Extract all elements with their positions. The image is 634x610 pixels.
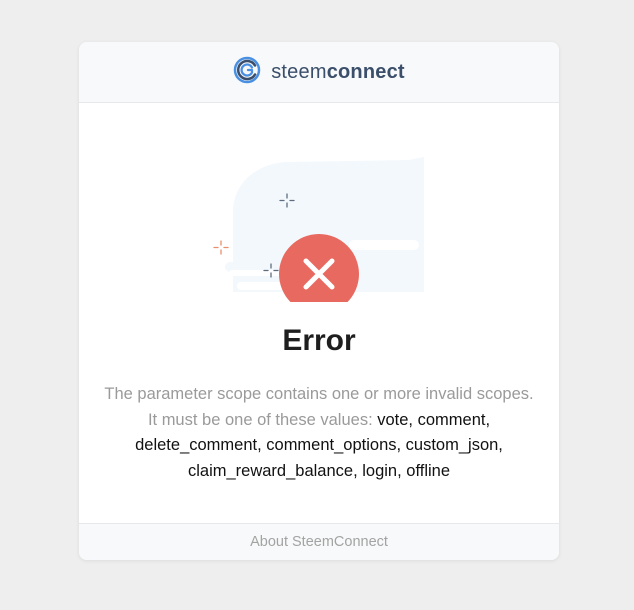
sparkle-icon <box>213 240 229 255</box>
error-title: Error <box>282 324 356 357</box>
error-message: The parameter scope contains one or more… <box>99 382 539 484</box>
error-card: steemconnect Error The parameter scope c… <box>79 42 559 560</box>
error-message-prefix: It must be one of these values: <box>147 410 378 429</box>
scopes-part3: claim_reward_balance, login, offline <box>187 461 451 480</box>
cloud-stripe <box>349 240 419 250</box>
steemconnect-logo-icon <box>233 56 261 89</box>
card-header: steemconnect <box>79 42 559 103</box>
about-link[interactable]: About SteemConnect <box>250 534 388 550</box>
error-message-line1: The parameter scope contains one or more… <box>104 385 534 403</box>
steemconnect-logo[interactable]: steemconnect <box>233 56 405 89</box>
scopes-part2: delete_comment, comment_options, custom_… <box>135 436 503 454</box>
brand-name: steemconnect <box>271 61 405 84</box>
error-illustration <box>209 142 429 314</box>
scopes-part1: vote, comment, <box>377 410 491 429</box>
brand-name-light: steem <box>271 60 327 83</box>
card-footer: About SteemConnect <box>79 523 559 560</box>
brand-name-bold: connect <box>326 60 405 83</box>
